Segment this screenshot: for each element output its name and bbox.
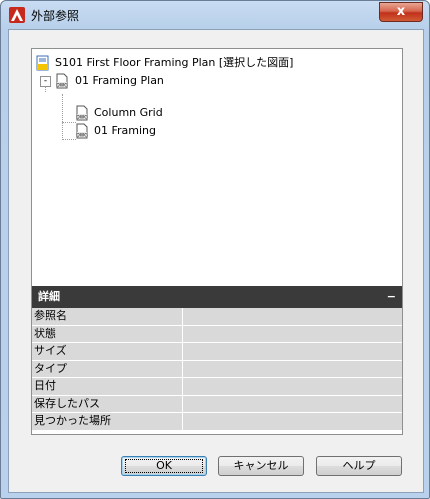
help-button-label: ヘルプ (342, 459, 376, 472)
property-value (183, 395, 402, 412)
property-row: 見つかった場所 (32, 413, 402, 431)
window-title: 外部参照 (31, 9, 80, 23)
dwg-file-icon: DWG (76, 105, 88, 121)
tree-item-label: S101 First Floor Framing Plan [選択した図面] (55, 56, 294, 69)
property-row: 状態 (32, 325, 402, 343)
tree-item-label: Column Grid (94, 106, 163, 119)
svg-text:DWG: DWG (76, 115, 88, 121)
cancel-button[interactable]: キャンセル (218, 456, 304, 476)
property-value (183, 413, 402, 430)
close-icon: x (396, 4, 406, 19)
close-button[interactable]: x (379, 2, 423, 22)
property-name: 保存したパス (32, 395, 183, 412)
details-panel: 詳細 − 参照名 状態 サイズ タイプ 日付 保存したパス 見つかった場所 (31, 286, 403, 435)
svg-text:DWG: DWG (56, 83, 68, 89)
autocad-app-icon (9, 7, 25, 23)
property-value (183, 308, 402, 325)
title-bar[interactable]: 外部参照 x (1, 1, 429, 29)
collapse-toggle[interactable]: - (40, 76, 51, 87)
property-row: タイプ (32, 360, 402, 378)
ok-button[interactable]: OK (121, 456, 207, 476)
focus-rect (125, 459, 203, 473)
property-name: 参照名 (32, 308, 183, 325)
property-value (183, 325, 402, 342)
cancel-button-label: キャンセル (233, 459, 289, 472)
property-row: 保存したパス (32, 395, 402, 413)
dialog-body: S101 First Floor Framing Plan [選択した図面] -… (8, 29, 424, 493)
tree-item-label: 01 Framing Plan (75, 74, 164, 87)
xref-tree[interactable]: S101 First Floor Framing Plan [選択した図面] -… (31, 48, 403, 305)
svg-text:DWG: DWG (76, 133, 88, 139)
tree-connector (62, 139, 76, 140)
tree-item-label: 01 Framing (94, 124, 157, 137)
xref-dialog: 外部参照 x S101 First Floor Framing Plan [選択… (0, 0, 430, 499)
tree-connector (62, 94, 63, 140)
property-name: 日付 (32, 378, 183, 395)
dwg-file-icon: DWG (56, 73, 68, 89)
collapse-icon[interactable]: − (387, 286, 396, 308)
dwg-file-icon: DWG (76, 123, 88, 139)
property-value (183, 343, 402, 360)
help-button[interactable]: ヘルプ (316, 456, 402, 476)
details-title: 詳細 (38, 290, 60, 303)
property-row: 日付 (32, 378, 402, 396)
property-row: サイズ (32, 343, 402, 361)
drawing-root-icon (36, 55, 49, 71)
property-name: 状態 (32, 325, 183, 342)
property-name: 見つかった場所 (32, 413, 183, 430)
details-header[interactable]: 詳細 − (32, 286, 402, 308)
property-name: タイプ (32, 360, 183, 377)
property-row: 参照名 (32, 308, 402, 326)
property-value (183, 360, 402, 377)
property-name: サイズ (32, 343, 183, 360)
property-value (183, 378, 402, 395)
